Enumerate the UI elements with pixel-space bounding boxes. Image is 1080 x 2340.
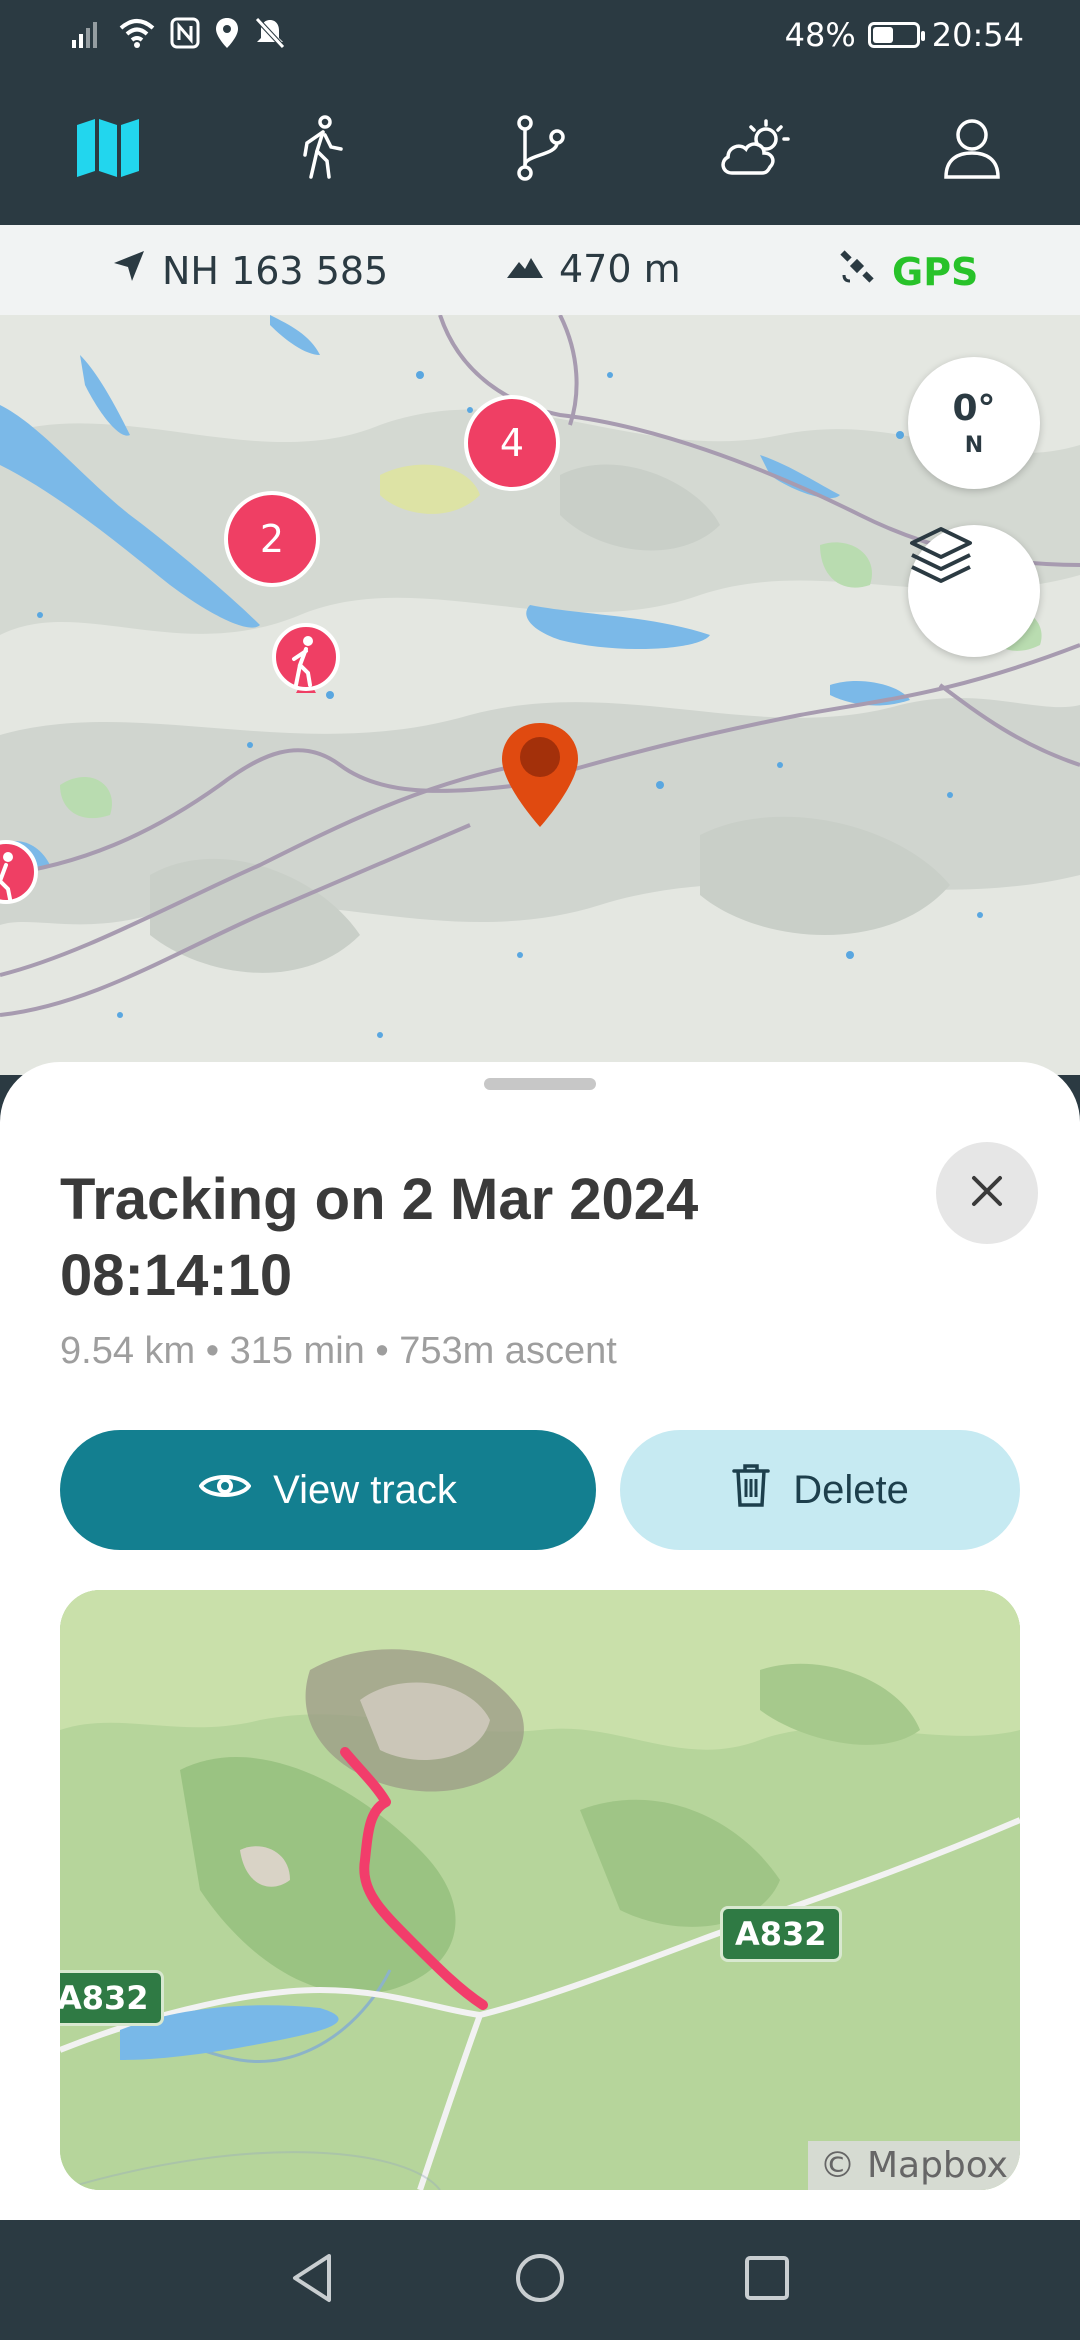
sheet-drag-handle[interactable] [484, 1078, 596, 1090]
nav-profile[interactable] [917, 95, 1027, 205]
grid-reference: NH 163 585 [110, 247, 388, 294]
altitude: 470 m [505, 247, 681, 291]
layers-button[interactable] [908, 525, 1040, 657]
weather-icon [718, 117, 794, 183]
status-icons [70, 16, 286, 54]
nav-weather[interactable] [701, 95, 811, 205]
cluster-marker[interactable]: 4 [464, 395, 560, 491]
track-details-sheet: Tracking on 2 Mar 2024 08:14:10 9.54 km … [0, 1062, 1080, 2220]
road-label: A832 [60, 1970, 164, 2026]
close-icon [970, 1174, 1004, 1212]
cluster-marker[interactable]: 2 [224, 491, 320, 587]
recents-icon[interactable] [743, 2254, 791, 2306]
nav-routes[interactable] [485, 95, 595, 205]
map-attribution[interactable]: © Mapbox [807, 2141, 1020, 2190]
close-button[interactable] [936, 1142, 1038, 1244]
navigation-arrow-icon [110, 247, 148, 294]
signal-icon [70, 16, 104, 54]
road-label: A832 [720, 1906, 842, 1962]
track-stats: 9.54 km • 315 min • 753m ascent [60, 1330, 617, 1372]
nav-map[interactable] [53, 95, 163, 205]
battery-percent: 48% [784, 16, 856, 54]
cluster-count: 4 [499, 421, 525, 465]
eye-icon [198, 1468, 252, 1513]
compass-direction: N [964, 433, 984, 458]
map-icon [75, 117, 141, 183]
trash-icon [731, 1461, 771, 1519]
altitude-text: 470 m [559, 247, 681, 291]
wifi-icon [118, 16, 156, 54]
view-track-label: View track [273, 1467, 457, 1512]
battery-fill [872, 27, 893, 43]
top-nav [0, 75, 1080, 225]
grid-reference-text: NH 163 585 [162, 248, 389, 293]
back-icon[interactable] [289, 2252, 337, 2308]
gps-label: GPS [892, 249, 979, 294]
nav-hike[interactable] [269, 95, 379, 205]
track-preview-map[interactable]: A832 A832 © Mapbox [60, 1590, 1020, 2190]
user-icon [942, 117, 1002, 183]
route-branch-icon [513, 115, 567, 185]
delete-button[interactable]: Delete [620, 1430, 1020, 1550]
gps-status[interactable]: GPS [838, 247, 978, 296]
status-bar: 48% 20:54 [0, 0, 1080, 75]
cluster-count: 2 [259, 517, 285, 561]
battery-icon [867, 22, 925, 48]
walker-icon [299, 115, 349, 185]
status-right: 48% 20:54 [785, 16, 1024, 54]
home-icon[interactable] [514, 2252, 566, 2308]
delete-label: Delete [793, 1467, 909, 1512]
nfc-icon [170, 16, 200, 54]
compass-button[interactable]: 0° N [908, 357, 1040, 489]
compass-degrees: 0° [952, 388, 996, 429]
info-bar: NH 163 585 470 m GPS [0, 225, 1080, 315]
track-title: Tracking on 2 Mar 2024 08:14:10 [60, 1167, 699, 1308]
map-view[interactable]: 2 4 0° N [0, 315, 1080, 1075]
view-track-button[interactable]: View track [60, 1430, 596, 1550]
silent-icon [254, 16, 286, 54]
location-icon [214, 16, 240, 54]
track-preview-terrain [60, 1590, 1020, 2190]
satellite-icon [838, 247, 878, 296]
system-nav-bar [0, 2220, 1080, 2340]
clock: 20:54 [931, 16, 1024, 54]
mountain-icon [505, 247, 545, 291]
